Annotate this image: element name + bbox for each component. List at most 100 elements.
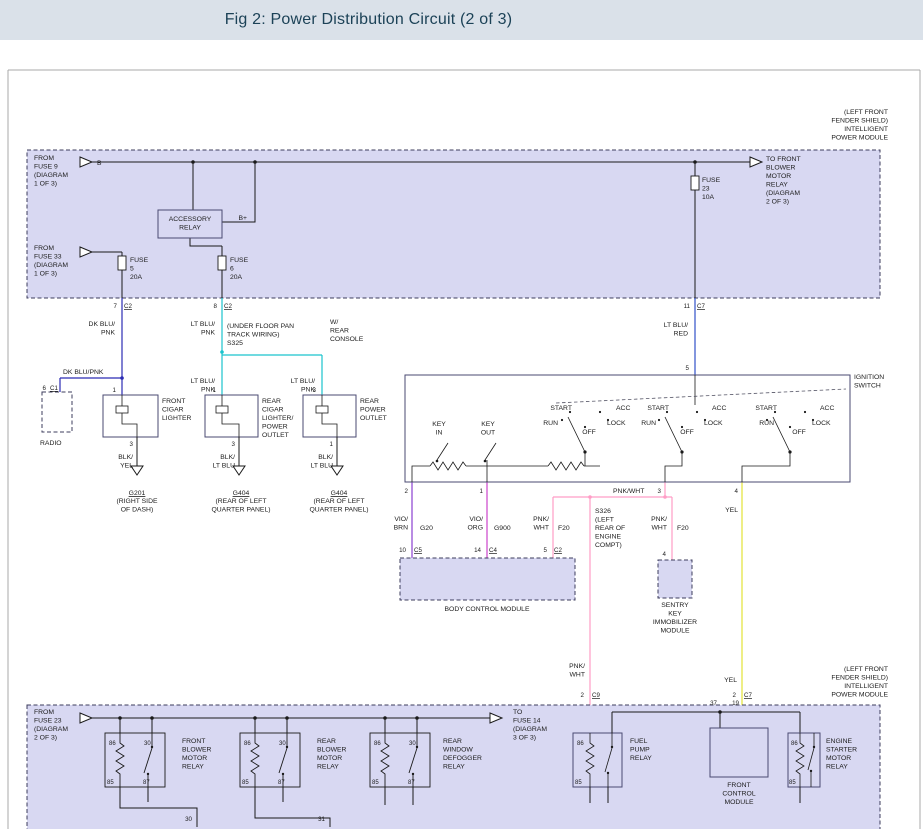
diagram-label: 30: [144, 741, 151, 747]
diagram-label: 2: [405, 488, 409, 495]
diagram-label: C9: [592, 692, 600, 699]
diagram-label: BLK/LT BLU: [213, 454, 236, 470]
diagram-label: 1: [113, 387, 117, 394]
diagram-label: 85: [372, 780, 379, 786]
diagram-label: 85: [575, 780, 582, 786]
diagram-label: C2: [124, 303, 132, 310]
diagram-label: OFF: [680, 429, 694, 436]
diagram-label: ACC: [616, 405, 630, 412]
diagram-label: 2: [581, 692, 585, 699]
diagram-label: PNK/WHT: [651, 516, 667, 532]
diagram-label: 8: [214, 303, 218, 310]
rear-cigar-lighter-box: [205, 395, 258, 437]
diagram-label: 5: [686, 365, 690, 372]
diagram-label: LT BLU/PNK: [191, 321, 216, 337]
front-cigar-lighter-label: FRONTCIGARLIGHTER: [162, 398, 192, 422]
diagram-label: DK BLU/PNK: [63, 369, 104, 376]
diagram-label: ACC: [820, 405, 834, 412]
diagram-label: 3: [658, 488, 662, 495]
diagram-label: LOCK: [812, 420, 831, 427]
diagram-label: DK BLU/PNK: [89, 321, 116, 337]
diagram-label: C2: [224, 303, 232, 310]
fuse5-icon: [118, 256, 126, 270]
diagram-label: C1: [50, 385, 58, 392]
ipm-top-label: (LEFT FRONTFENDER SHIELD)INTELLIGENTPOWE…: [831, 109, 888, 142]
diagram-label: LOCK: [704, 420, 723, 427]
diagram-label: G404: [331, 490, 348, 497]
body-control-module-box: [400, 558, 575, 600]
diagram-label: G900: [494, 525, 511, 532]
diagram-label: G20: [420, 525, 433, 532]
diagram-label: 1: [330, 441, 334, 448]
diagram-label: 3: [130, 441, 134, 448]
diagram-label: G404: [233, 490, 250, 497]
diagram-label: RUN: [759, 420, 774, 427]
diagram-label: RUN: [641, 420, 656, 427]
diagram-label: ACC: [712, 405, 726, 412]
diagram-label: 86: [109, 741, 116, 747]
diagram-label: 19: [732, 700, 739, 707]
diagram-label: 30: [185, 816, 192, 823]
diagram-label: 3: [232, 441, 236, 448]
diagram-label: LT BLU/RED: [664, 322, 688, 338]
ignition-wiper-3: [766, 411, 814, 454]
rear-power-outlet-box: [303, 395, 356, 437]
page: Fig 2: Power Distribution Circuit (2 of …: [0, 0, 923, 829]
diagram-label: LOCK: [607, 420, 626, 427]
diagram-label: 86: [374, 741, 381, 747]
diagram-label: 31: [318, 816, 325, 823]
diagram-label: OFF: [792, 429, 806, 436]
diagram-label: START: [550, 405, 572, 412]
diagram-label: (REAR OF LEFTQUARTER PANEL): [211, 498, 270, 514]
diagram-label: OFF: [582, 429, 596, 436]
ignition-switch-box: [405, 375, 850, 482]
diagram-label: 2: [733, 692, 737, 699]
diagram-label: PNK/WHT: [613, 488, 644, 495]
diagram-label: YEL: [725, 507, 738, 514]
diagram-label: BLK/YEL: [118, 454, 133, 470]
rear-power-outlet-label: REARPOWEROUTLET: [360, 398, 387, 422]
ignition-switch-label: IGNITIONSWITCH: [854, 374, 884, 390]
s325-label: (UNDER FLOOR PANTRACK WIRING)S325: [227, 323, 294, 347]
diagram-label: RUN: [543, 420, 558, 427]
front-cigar-lighter-box: [103, 395, 158, 437]
diagram-label: 85: [242, 780, 249, 786]
diagram-label: (RIGHT SIDEOF DASH): [116, 498, 158, 514]
s326-label: S326(LEFTREAR OFENGINECOMPT): [595, 508, 625, 549]
diagram-label: 1: [480, 488, 484, 495]
diagram-label: (REAR OF LEFTQUARTER PANEL): [309, 498, 368, 514]
figure-title: Fig 2: Power Distribution Circuit (2 of …: [225, 11, 513, 29]
wiring-diagram: (LEFT FRONTFENDER SHIELD)INTELLIGENTPOWE…: [0, 40, 923, 829]
diagram-label: 85: [789, 780, 796, 786]
sentry-key-label: SENTRYKEYIMMOBILIZERMODULE: [653, 602, 697, 635]
diagram-label: 10: [399, 547, 406, 554]
diagram-label: 87: [143, 780, 150, 786]
diagram-label: 7: [114, 303, 118, 310]
diagram-label: C4: [489, 547, 497, 554]
figure-title-bar: Fig 2: Power Distribution Circuit (2 of …: [0, 0, 923, 40]
diagram-label: VIO/ORG: [468, 516, 484, 532]
sentry-key-module-box: [658, 560, 692, 598]
diagram-label: 6: [43, 385, 47, 392]
diagram-label: 3: [313, 387, 317, 394]
diagram-label: 14: [474, 547, 481, 554]
diagram-label: C5: [414, 547, 422, 554]
diagram-label: PNK/WHT: [569, 663, 585, 679]
diagram-label: BLK/LT BLU: [311, 454, 334, 470]
diagram-label: START: [755, 405, 777, 412]
diagram-label: C7: [744, 692, 752, 699]
diagram-label: W/REARCONSOLE: [330, 319, 364, 343]
diagram-label: 87: [278, 780, 285, 786]
diagram-label: F20: [558, 525, 570, 532]
radio-box: [42, 392, 72, 432]
diagram-label: 87: [408, 780, 415, 786]
diagram-label: 86: [791, 741, 798, 747]
diagram-label: PNK/WHT: [533, 516, 549, 532]
diagram-label: F20: [677, 525, 689, 532]
diagram-label: 5: [544, 547, 548, 554]
rear-cigar-lighter-label: REARCIGARLIGHTER/POWEROUTLET: [262, 398, 293, 439]
bcm-label: BODY CONTROL MODULE: [445, 606, 530, 613]
diagram-label: VIO/BRN: [394, 516, 408, 532]
diagram-label: START: [647, 405, 669, 412]
diagram-label: KEYIN: [432, 421, 446, 437]
